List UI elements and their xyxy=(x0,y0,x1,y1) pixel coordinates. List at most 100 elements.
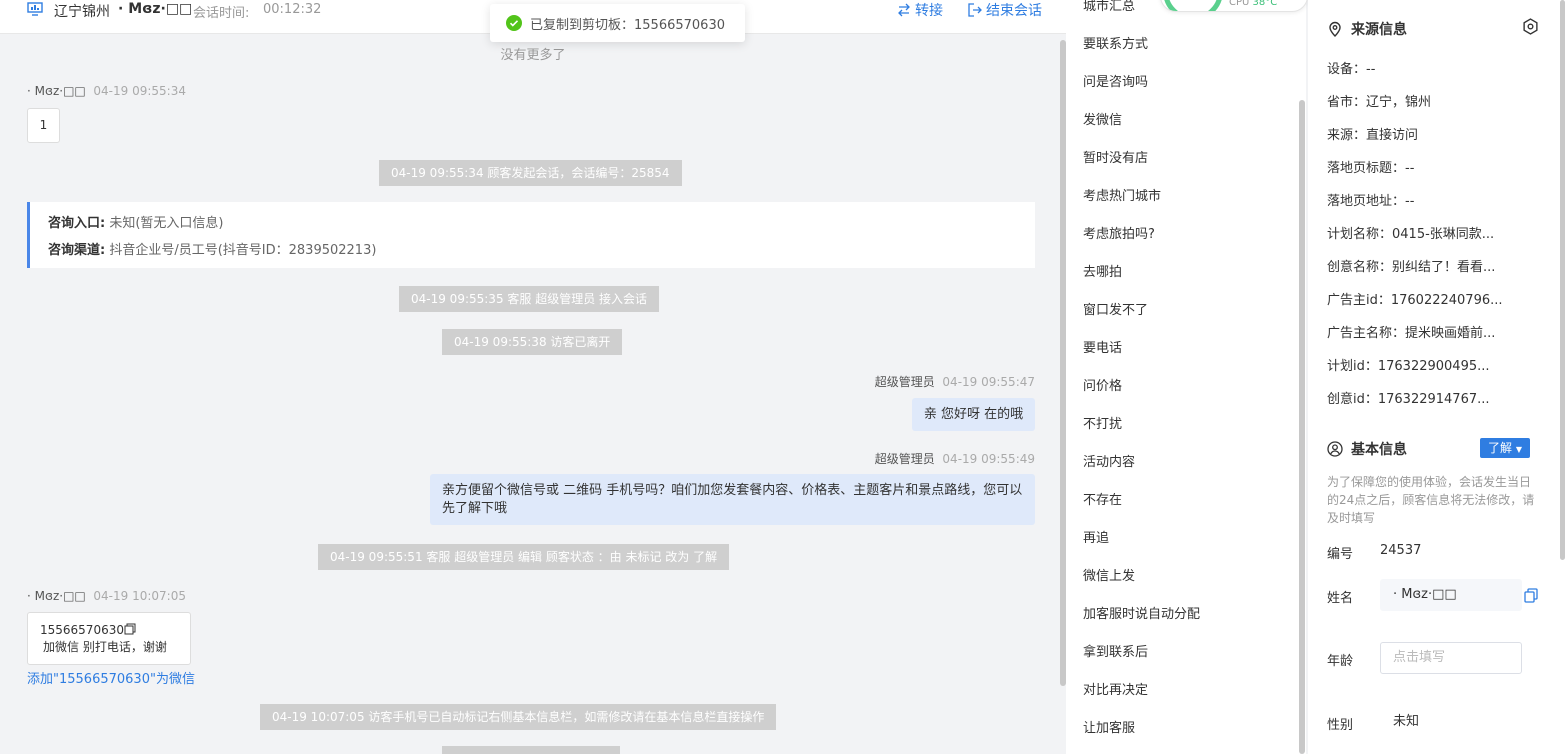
quick-reply-item[interactable]: 微信上发 xyxy=(1083,565,1135,584)
agent-message-bubble: 亲方便留个微信号或 二维码 手机号吗？咱们加您发套餐内容、价格表、主题客片和景点… xyxy=(430,474,1035,525)
quick-reply-item[interactable]: 活动内容 xyxy=(1083,451,1135,470)
target-icon[interactable] xyxy=(1522,18,1539,35)
cpu-label: CPU xyxy=(1229,0,1250,8)
session-time: 00:12:32 xyxy=(263,2,322,17)
customer-id-label: 编号 xyxy=(1327,547,1354,562)
system-message: 04-19 09:55:38 访客已离开 xyxy=(442,329,623,355)
consult-entry-label: 咨询入口: xyxy=(48,216,106,231)
name-label: 姓名 xyxy=(1327,591,1354,606)
user-circle-icon xyxy=(1327,441,1343,457)
source-info-row: 设备：-- xyxy=(1327,62,1376,77)
consult-channel-value: 抖音企业号/员工号(抖音号ID：2839502213) xyxy=(109,243,377,258)
cpu-monitor-widget: CPU 38°C xyxy=(1160,0,1308,12)
gender-select[interactable]: 未知 xyxy=(1380,706,1522,738)
source-info-row: 创意id：176322914767... xyxy=(1327,392,1490,407)
source-info-title: 来源信息 xyxy=(1327,19,1407,39)
quick-reply-item[interactable]: 要联系方式 xyxy=(1083,33,1148,52)
no-more-text: 没有更多了 xyxy=(500,48,566,63)
consult-info-card: 咨询入口: 未知(暂无入口信息) 咨询渠道: 抖音企业号/员工号(抖音号ID：2… xyxy=(27,202,1035,268)
quick-reply-item[interactable]: 问价格 xyxy=(1083,375,1122,394)
copy-icon[interactable] xyxy=(1524,588,1538,603)
sender-name: · Mɞz·□□ xyxy=(27,589,86,603)
quick-reply-item[interactable]: 对比再决定 xyxy=(1083,679,1148,698)
end-session-button[interactable]: 结束会话 xyxy=(968,0,1042,20)
caret-down-icon: ▼ xyxy=(1515,445,1522,454)
sender-name: 超级管理员 xyxy=(874,375,935,389)
consult-entry-value: 未知(暂无入口信息) xyxy=(109,216,224,231)
quick-reply-item[interactable]: 去哪拍 xyxy=(1083,261,1122,280)
transfer-label: 转接 xyxy=(915,3,943,19)
phone-number: 15566570630 xyxy=(40,623,124,637)
sender-name: 超级管理员 xyxy=(874,452,935,466)
source-info-row: 来源：直接访问 xyxy=(1327,128,1419,143)
quick-reply-item[interactable]: 加客服时说自动分配 xyxy=(1083,603,1200,622)
quick-reply-item[interactable]: 再追 xyxy=(1083,527,1109,546)
visitor-name: · Mɞz·□□ xyxy=(118,1,193,17)
message-meta: 超级管理员 04-19 09:55:47 xyxy=(850,373,1035,390)
exit-icon xyxy=(968,3,982,17)
age-label: 年龄 xyxy=(1327,654,1354,669)
customer-info-panel xyxy=(1308,0,1565,754)
source-info-row: 落地页标题：-- xyxy=(1327,161,1415,176)
message-time: 04-19 09:55:34 xyxy=(93,84,186,98)
name-field[interactable]: · Mɞz·□□ xyxy=(1380,579,1522,611)
monitor-icon xyxy=(27,2,43,16)
add-wechat-link[interactable]: 添加"15566570630"为微信 xyxy=(27,668,195,687)
chat-area: 辽宁锦州 · Mɞz·□□ 会话时间: 00:12:32 转接 结束会话 没有更… xyxy=(0,0,1066,754)
copy-icon[interactable] xyxy=(124,623,136,635)
cpu-readout: CPU 38°C xyxy=(1229,0,1277,8)
message-time: 04-19 09:55:49 xyxy=(942,452,1035,466)
source-info-row: 创意名称：别纠结了！看看... xyxy=(1327,260,1496,275)
message-time: 04-19 09:55:47 xyxy=(942,375,1035,389)
session-time-label: 会话时间: xyxy=(193,6,250,21)
source-info-title-text: 来源信息 xyxy=(1351,22,1407,38)
quick-reply-item[interactable]: 问是咨询吗 xyxy=(1083,71,1148,90)
quick-reply-item[interactable]: 暂时没有店 xyxy=(1083,147,1148,166)
system-message-partial xyxy=(442,746,620,754)
consult-channel-row: 咨询渠道: 抖音企业号/员工号(抖音号ID：2839502213) xyxy=(48,239,376,258)
visitor-message-bubble: 15566570630 加微信 别打电话，谢谢 xyxy=(27,612,191,665)
quick-reply-item[interactable]: 发微信 xyxy=(1083,109,1122,128)
customer-id-value: 24537 xyxy=(1380,543,1422,558)
message-text: 加微信 别打电话，谢谢 xyxy=(43,640,167,654)
quick-reply-item[interactable]: 要电话 xyxy=(1083,337,1122,356)
quick-reply-item[interactable]: 窗口发不了 xyxy=(1083,299,1148,318)
quick-reply-item[interactable]: 让加客服 xyxy=(1083,717,1135,736)
message-meta: · Mɞz·□□ 04-19 10:07:05 xyxy=(27,589,186,603)
quick-reply-item[interactable]: 不打扰 xyxy=(1083,413,1122,432)
quick-reply-item[interactable]: 考虑旅拍吗? xyxy=(1083,223,1155,242)
source-info-row: 广告主id：176022240796... xyxy=(1327,293,1503,308)
gender-label: 性别 xyxy=(1327,718,1354,733)
edit-notice: 为了保障您的使用体验，会话发生当日的24点之后，顾客信息将无法修改，请及时填写 xyxy=(1327,475,1535,525)
system-message: 04-19 09:55:51 客服 超级管理员 编辑 顾客状态 ：由 未标记 改… xyxy=(318,544,730,570)
sender-name: · Mɞz·□□ xyxy=(27,84,86,98)
visitor-message-bubble: 1 xyxy=(27,108,60,143)
quick-reply-item[interactable]: 拿到联系后 xyxy=(1083,641,1148,660)
system-message: 04-19 10:07:05 访客手机号已自动标记右侧基本信息栏，如需修改请在基… xyxy=(260,704,777,730)
source-info-row: 广告主名称：提米映画婚前... xyxy=(1327,326,1496,341)
basic-info-title-text: 基本信息 xyxy=(1351,442,1407,458)
agent-message-bubble: 亲 您好呀 在的哦 xyxy=(912,398,1035,431)
quick-reply-scrollbar[interactable] xyxy=(1299,100,1305,754)
location-pin-icon xyxy=(1329,21,1341,37)
copy-success-toast: 已复制到剪切板：15566570630 xyxy=(490,4,745,42)
quick-reply-item[interactable]: 城市汇总 xyxy=(1083,0,1135,14)
consult-channel-label: 咨询渠道: xyxy=(48,243,106,258)
check-circle-icon xyxy=(506,15,522,31)
age-input[interactable]: 点击填写 xyxy=(1380,642,1522,674)
transfer-button[interactable]: 转接 xyxy=(897,0,943,20)
visitor-location: 辽宁锦州 xyxy=(54,4,110,20)
age-placeholder: 点击填写 xyxy=(1393,650,1446,665)
source-info-row: 计划名称：0415-张琳同款... xyxy=(1327,227,1495,242)
basic-info-title: 基本信息 xyxy=(1327,439,1407,459)
phone-number-line: 15566570630 xyxy=(40,622,178,639)
quick-reply-item[interactable]: 考虑热门城市 xyxy=(1083,185,1161,204)
info-panel-scrollbar[interactable] xyxy=(1560,0,1565,560)
cpu-value: 38°C xyxy=(1252,0,1278,8)
cpu-gauge xyxy=(1163,0,1223,11)
message-meta: 超级管理员 04-19 09:55:49 xyxy=(850,450,1035,467)
quick-reply-item[interactable]: 不存在 xyxy=(1083,489,1122,508)
source-info-row: 落地页地址：-- xyxy=(1327,194,1415,209)
customer-status-dropdown[interactable]: 了解 ▼ xyxy=(1480,438,1530,458)
customer-status-value: 了解 xyxy=(1488,441,1513,455)
